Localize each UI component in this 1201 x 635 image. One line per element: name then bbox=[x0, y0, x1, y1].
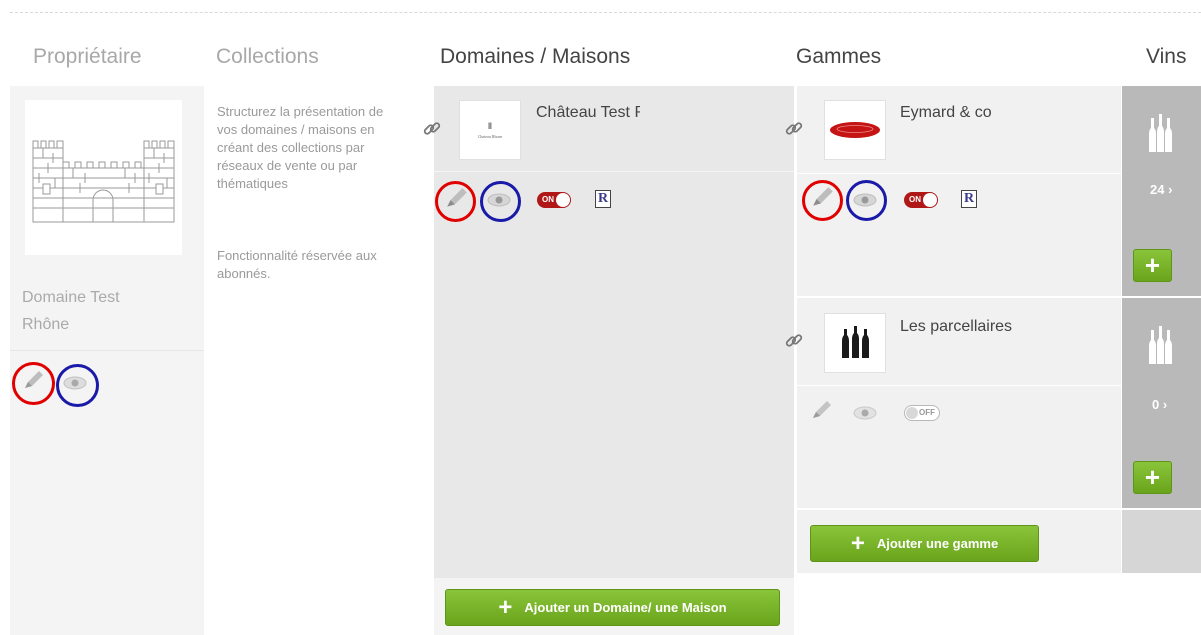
gamme-1-edit-highlight bbox=[802, 180, 843, 221]
top-divider bbox=[10, 12, 1201, 13]
gamme-1-publish-toggle[interactable]: ON bbox=[904, 192, 938, 208]
gamme-2-edit-button[interactable] bbox=[810, 400, 834, 427]
add-wine-button-2[interactable]: + bbox=[1133, 461, 1172, 494]
owner-logo bbox=[25, 100, 182, 255]
domaine-r-badge[interactable]: R bbox=[595, 190, 611, 208]
gamme-1-toggle-label: ON bbox=[909, 195, 921, 204]
gamme-2-toggle-knob bbox=[906, 407, 918, 419]
add-gamme-label: Ajouter une gamme bbox=[876, 536, 999, 551]
owner-edit-highlight bbox=[12, 362, 55, 405]
gamme-1-logo bbox=[824, 100, 886, 160]
gamme-divider-2 bbox=[797, 508, 1121, 510]
column-heading-domaines: Domaines / Maisons bbox=[440, 45, 631, 68]
column-heading-vins: Vins bbox=[1146, 45, 1187, 68]
domaine-name-obscured bbox=[640, 100, 720, 126]
wine-bottles-icon bbox=[1146, 324, 1176, 369]
domaine-card-divider bbox=[434, 171, 794, 172]
gamme-2-toggle-label: OFF bbox=[919, 408, 935, 417]
owner-name: Domaine Test Rhône bbox=[22, 289, 120, 333]
gamme-2-logo bbox=[824, 313, 886, 373]
gamme-1-name: Eymard & co bbox=[900, 104, 992, 121]
gamme-1-r-badge[interactable]: R bbox=[961, 190, 977, 208]
add-wine-button-1[interactable]: + bbox=[1133, 249, 1172, 282]
gamme-2-publish-toggle[interactable]: OFF bbox=[904, 405, 940, 421]
gamme-2-inner-divider bbox=[797, 385, 1121, 386]
plus-icon: + bbox=[850, 529, 865, 557]
gamme-divider-1 bbox=[797, 296, 1121, 298]
gamme-2-link-icon[interactable] bbox=[783, 330, 805, 357]
column-heading-gammes: Gammes bbox=[796, 45, 882, 68]
vins-cell-3 bbox=[1122, 510, 1201, 573]
gamme-1-link-icon[interactable] bbox=[783, 118, 805, 145]
collections-subscriber-note: Fonctionnalité réservée aux abonnés. bbox=[217, 248, 377, 281]
owner-divider bbox=[10, 350, 204, 351]
plus-icon: + bbox=[498, 593, 513, 621]
gamme-1-toggle-knob bbox=[923, 193, 937, 207]
domaine-publish-toggle[interactable]: ON bbox=[537, 192, 571, 208]
column-heading-proprietaire: Propriétaire bbox=[33, 45, 142, 68]
add-domaine-button[interactable]: + Ajouter un Domaine/ une Maison bbox=[445, 589, 780, 626]
domaine-toggle-label: ON bbox=[542, 195, 554, 204]
add-gamme-button[interactable]: + Ajouter une gamme bbox=[810, 525, 1039, 562]
gamme-2-eye-icon[interactable] bbox=[852, 405, 878, 426]
wine-bottles-icon bbox=[1146, 112, 1176, 157]
owner-visibility-highlight bbox=[56, 364, 99, 407]
collections-description: Structurez la présentation de vos domain… bbox=[217, 104, 384, 191]
gamme-1-visibility-highlight bbox=[846, 180, 887, 221]
column-heading-collections: Collections bbox=[216, 45, 319, 68]
domaine-toggle-knob bbox=[556, 193, 570, 207]
wine-count-1[interactable]: 24 › bbox=[1150, 182, 1172, 197]
wine-count-2[interactable]: 0 › bbox=[1152, 397, 1167, 412]
gamme-1-inner-divider bbox=[797, 173, 1121, 174]
domaine-logo: Ⅱ Chateau Rhone bbox=[459, 100, 521, 160]
domaine-visibility-highlight bbox=[480, 181, 521, 222]
add-domaine-label: Ajouter un Domaine/ une Maison bbox=[524, 600, 727, 615]
gamme-2-name: Les parcellaires bbox=[900, 318, 1013, 335]
domaine-edit-highlight bbox=[435, 181, 476, 222]
domaine-link-icon[interactable] bbox=[421, 118, 443, 145]
domaines-panel bbox=[434, 86, 794, 635]
